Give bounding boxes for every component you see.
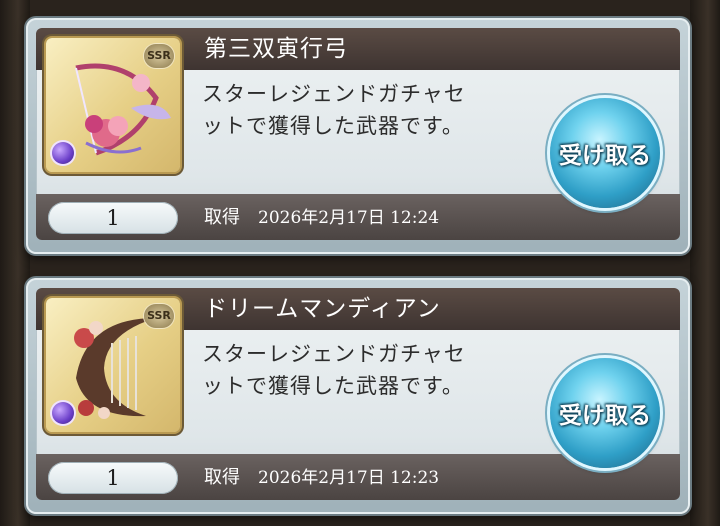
present-item-card: 第三双寅行弓 スターレジェンドガチャセ ットで獲得した武器です。 1 取得 202… — [26, 18, 690, 254]
ssr-badge: SSR — [144, 304, 174, 328]
frame-right — [690, 0, 720, 526]
receive-button[interactable]: 受け取る — [550, 358, 660, 468]
acquired-label: 取得 — [204, 207, 240, 228]
acquired-info: 取得 2026年2月17日 12:23 — [204, 465, 439, 491]
bow-weapon-icon[interactable]: SSR — [46, 38, 180, 172]
acquired-date: 2026年2月17日 12:23 — [258, 468, 440, 488]
quantity-box: 1 — [48, 202, 178, 234]
harp-weapon-icon[interactable]: SSR — [46, 298, 180, 432]
item-description: スターレジェンドガチャセ ットで獲得した武器です。 — [202, 78, 562, 142]
quantity-box: 1 — [48, 462, 178, 494]
description-line-1: スターレジェンドガチャセ — [202, 342, 466, 366]
element-dark-icon — [52, 142, 74, 164]
acquired-date: 2026年2月17日 12:24 — [258, 208, 440, 228]
description-line-1: スターレジェンドガチャセ — [202, 82, 466, 106]
receive-button-label: 受け取る — [559, 143, 651, 169]
receive-button-label: 受け取る — [559, 403, 651, 429]
description-line-2: ットで獲得した武器です。 — [202, 374, 464, 398]
item-title: 第三双寅行弓 — [204, 36, 348, 62]
description-line-2: ットで獲得した武器です。 — [202, 114, 464, 138]
item-description: スターレジェンドガチャセ ットで獲得した武器です。 — [202, 338, 562, 402]
present-item-card: ドリームマンディアン スターレジェンドガチャセ ットで獲得した武器です。 1 取… — [26, 278, 690, 514]
acquired-label: 取得 — [204, 467, 240, 488]
acquired-info: 取得 2026年2月17日 12:24 — [204, 205, 439, 231]
item-title: ドリームマンディアン — [204, 296, 441, 322]
ssr-badge: SSR — [144, 44, 174, 68]
receive-button[interactable]: 受け取る — [550, 98, 660, 208]
element-dark-icon — [52, 402, 74, 424]
